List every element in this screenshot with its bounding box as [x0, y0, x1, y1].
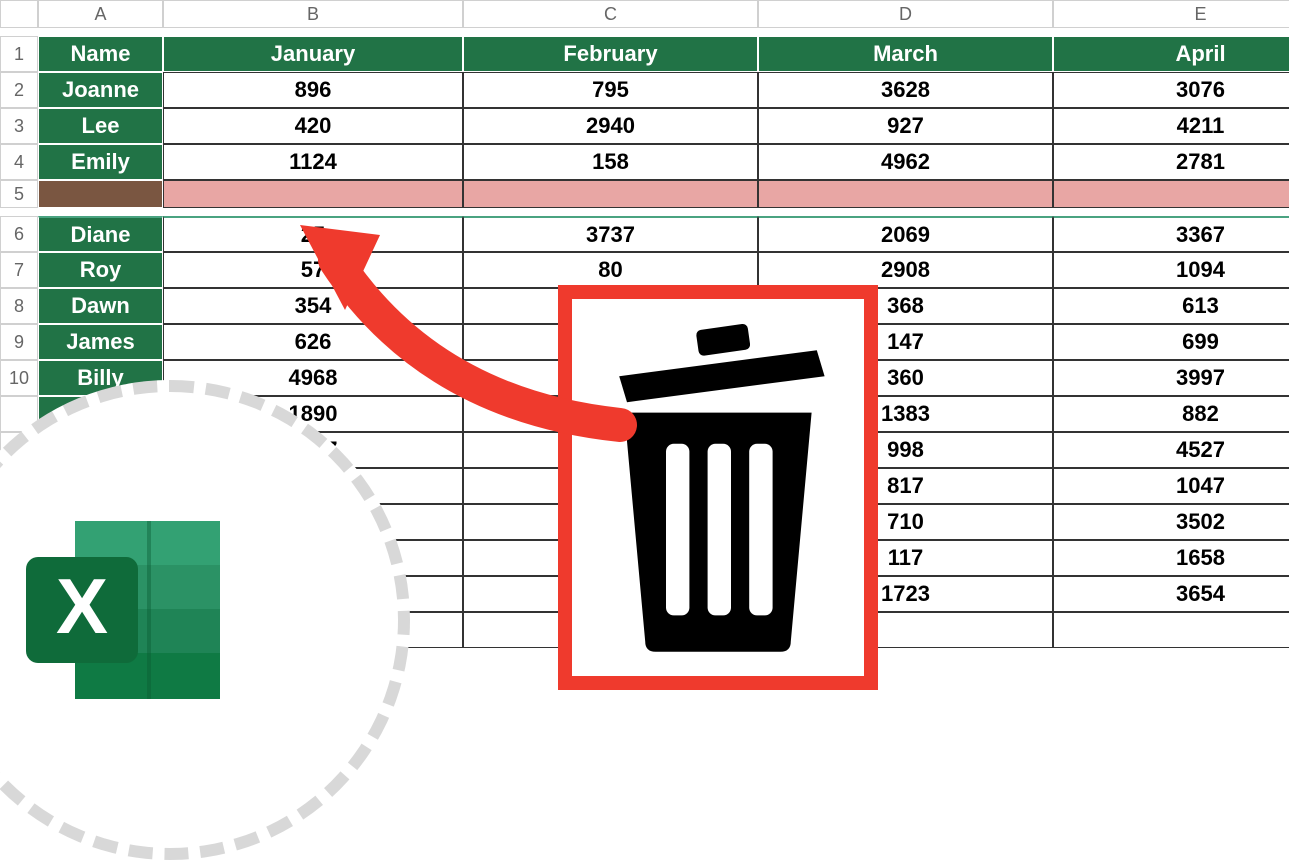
- data-cell[interactable]: 1124: [163, 144, 463, 180]
- data-cell[interactable]: 699: [1053, 324, 1289, 360]
- data-cell[interactable]: 1047: [1053, 468, 1289, 504]
- trash-card: [558, 285, 878, 690]
- row-header[interactable]: 1: [0, 36, 38, 72]
- data-cell[interactable]: 3628: [758, 72, 1053, 108]
- excel-logo-letter: X: [56, 562, 108, 650]
- data-cell[interactable]: 613: [1053, 288, 1289, 324]
- corner-cell[interactable]: [0, 0, 38, 28]
- column-header-C[interactable]: C: [463, 0, 758, 28]
- data-cell[interactable]: 3502: [1053, 504, 1289, 540]
- column-header-D[interactable]: D: [758, 0, 1053, 28]
- data-cell[interactable]: 896: [163, 72, 463, 108]
- table-header[interactable]: Name: [38, 36, 163, 72]
- data-cell[interactable]: 4962: [758, 144, 1053, 180]
- data-cell[interactable]: 354: [163, 288, 463, 324]
- data-cell[interactable]: [758, 180, 1053, 208]
- row-header[interactable]: 9: [0, 324, 38, 360]
- data-cell[interactable]: [1053, 180, 1289, 208]
- row-header[interactable]: 5: [0, 180, 38, 208]
- name-cell[interactable]: Diane: [38, 216, 163, 252]
- data-cell[interactable]: 80: [463, 252, 758, 288]
- table-header[interactable]: February: [463, 36, 758, 72]
- row-header[interactable]: 8: [0, 288, 38, 324]
- data-cell[interactable]: 1094: [1053, 252, 1289, 288]
- data-cell[interactable]: 2781: [1053, 144, 1289, 180]
- data-cell[interactable]: 1658: [1053, 540, 1289, 576]
- row-header[interactable]: 6: [0, 216, 38, 252]
- data-cell[interactable]: 795: [463, 72, 758, 108]
- row-header[interactable]: 7: [0, 252, 38, 288]
- data-cell[interactable]: 420: [163, 108, 463, 144]
- data-cell[interactable]: 4211: [1053, 108, 1289, 144]
- data-cell[interactable]: 3737: [463, 216, 758, 252]
- name-cell[interactable]: Lee: [38, 108, 163, 144]
- data-cell[interactable]: 927: [758, 108, 1053, 144]
- row-header[interactable]: 2: [0, 72, 38, 108]
- name-cell[interactable]: Joanne: [38, 72, 163, 108]
- trash-icon: [588, 318, 848, 658]
- data-cell[interactable]: [163, 180, 463, 208]
- data-cell[interactable]: 2069: [758, 216, 1053, 252]
- data-cell[interactable]: 3367: [1053, 216, 1289, 252]
- data-cell[interactable]: 4527: [1053, 432, 1289, 468]
- column-header-B[interactable]: B: [163, 0, 463, 28]
- data-cell[interactable]: 2940: [463, 108, 758, 144]
- table-header[interactable]: April: [1053, 36, 1289, 72]
- name-cell[interactable]: [38, 180, 163, 208]
- name-cell[interactable]: Emily: [38, 144, 163, 180]
- data-cell[interactable]: 158: [463, 144, 758, 180]
- data-cell[interactable]: [1053, 612, 1289, 648]
- column-header-E[interactable]: E: [1053, 0, 1289, 28]
- excel-logo: X: [20, 515, 225, 705]
- data-cell[interactable]: 25: [163, 216, 463, 252]
- data-cell[interactable]: 3076: [1053, 72, 1289, 108]
- row-header[interactable]: 4: [0, 144, 38, 180]
- data-cell[interactable]: 2908: [758, 252, 1053, 288]
- column-header-A[interactable]: A: [38, 0, 163, 28]
- table-header[interactable]: January: [163, 36, 463, 72]
- row-header[interactable]: 10: [0, 360, 38, 396]
- data-cell[interactable]: 57: [163, 252, 463, 288]
- data-cell[interactable]: 882: [1053, 396, 1289, 432]
- name-cell[interactable]: James: [38, 324, 163, 360]
- name-cell[interactable]: Dawn: [38, 288, 163, 324]
- data-cell[interactable]: 3997: [1053, 360, 1289, 396]
- data-cell[interactable]: 3654: [1053, 576, 1289, 612]
- table-header[interactable]: March: [758, 36, 1053, 72]
- data-cell[interactable]: [463, 180, 758, 208]
- row-header[interactable]: 3: [0, 108, 38, 144]
- name-cell[interactable]: Roy: [38, 252, 163, 288]
- data-cell[interactable]: 626: [163, 324, 463, 360]
